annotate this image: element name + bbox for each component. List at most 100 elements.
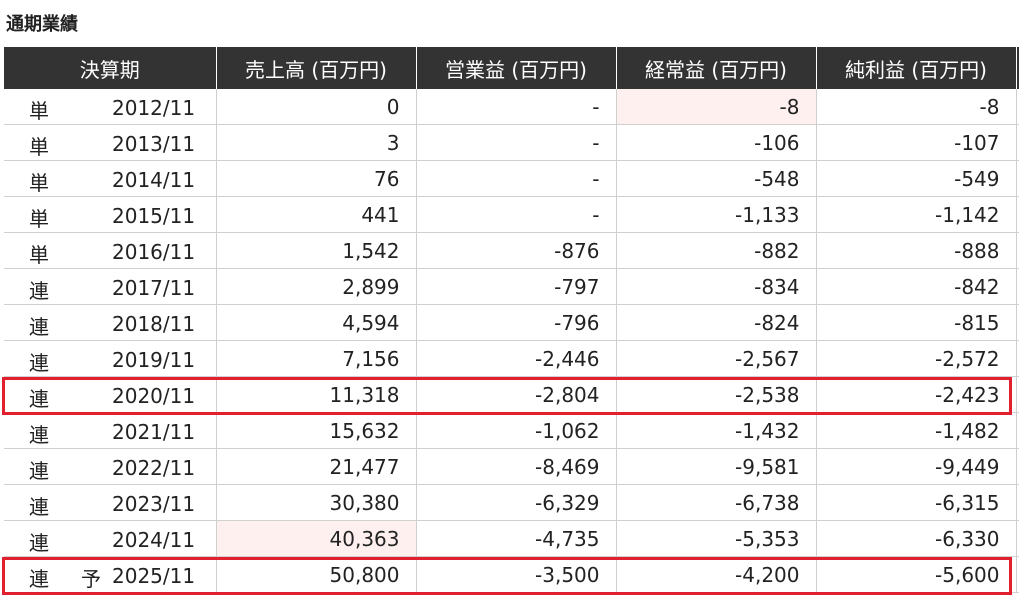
table-row: 連 2017/11 2,899 -797 -834 -842 [4,268,1019,305]
results-table-wrapper: 決算期 売上高 (百万円) 営業益 (百万円) 経常益 (百万円) 純利益 (百… [4,47,1019,593]
table-row: 単 2014/11 76- -548 -549 [4,160,1019,197]
cell-ordinary-profit: -6,738 [616,484,817,521]
report-type-label: 連 [29,351,49,375]
table-row: 連 2023/11 30,380 -6,329 -6,738 -6,315 [4,484,1019,521]
cell-ordinary-profit: -9,581 [616,448,817,485]
cell-period: 連 2021/11 [4,412,217,449]
cell-net-profit: -5,600 [816,556,1017,593]
cell-period: 連 2017/11 [4,268,217,305]
cell-period: 連 2024/11 [4,520,217,557]
cell-operating-profit: -2,804 [416,376,617,413]
report-type-label: 連 [29,423,49,447]
cell-ordinary-profit: -882 [616,232,817,269]
cell-net-profit: -6,330 [816,520,1017,557]
cell-net-profit: -1,142 [816,196,1017,233]
cell-period: 単 2014/11 [4,160,217,197]
table-row: 連 2022/11 21,477 -8,469 -9,581 -9,449 [4,448,1019,485]
cell-ordinary-profit: -834 [616,268,817,305]
cell-sales: 4,594 [216,304,417,341]
cell-net-profit: -549 [816,160,1017,197]
table-row: 連 予 2025/11 50,800 -3,500 -4,200 -5,600 [4,556,1019,593]
cell-sales: 30,380 [216,484,417,521]
cell-operating-profit: - [416,196,617,233]
cell-operating-profit: -6,329 [416,484,617,521]
report-type-label: 連 [29,387,49,411]
fiscal-period-label: 2013/11 [112,132,196,156]
report-type-label: 連 [29,279,49,303]
cell-period: 連 2020/11 [4,376,217,413]
cell-sales: 441 [216,196,417,233]
cell-operating-profit: - [416,160,617,197]
cell-period: 単 2016/11 [4,232,217,269]
table-row: 単 2016/11 1,542 -876 -882 -888 [4,232,1019,269]
table-row: 連 2019/11 7,156 -2,446 -2,567 -2,572 [4,340,1019,377]
cell-ordinary-profit: -8 [616,89,817,125]
report-type-label: 連 [29,495,49,519]
cell-net-profit: -9,449 [816,448,1017,485]
fiscal-period-label: 2015/11 [112,204,196,228]
cell-sales: 0 [216,89,417,125]
cell-operating-profit: - [416,124,617,161]
header-operating-profit: 営業益 (百万円) [416,47,617,89]
cell-ordinary-profit: -2,538 [616,376,817,413]
table-row: 単 2012/11 0- -8 -8 [4,89,1019,125]
fiscal-period-label: 2023/11 [112,492,196,516]
cell-ordinary-profit: -548 [616,160,817,197]
cell-net-profit: -888 [816,232,1017,269]
cell-operating-profit: -876 [416,232,617,269]
fiscal-period-label: 2014/11 [112,168,196,192]
fiscal-period-label: 2017/11 [112,276,196,300]
cell-ordinary-profit: -1,133 [616,196,817,233]
cell-sales: 3 [216,124,417,161]
cell-net-profit: -842 [816,268,1017,305]
report-type-label: 連 [29,315,49,339]
cell-ordinary-profit: -2,567 [616,340,817,377]
cell-net-profit: -8 [816,89,1017,125]
fiscal-period-label: 2019/11 [112,348,196,372]
cell-ordinary-profit: -5,353 [616,520,817,557]
cell-operating-profit: -2,446 [416,340,617,377]
cell-ordinary-profit: -824 [616,304,817,341]
cell-operating-profit: -8,469 [416,448,617,485]
cell-sales: 50,800 [216,556,417,593]
cell-sales: 11,318 [216,376,417,413]
cell-sales: 2,899 [216,268,417,305]
fiscal-period-label: 2025/11 [112,564,196,588]
report-type-label: 連 [29,567,49,591]
cell-sales: 7,156 [216,340,417,377]
fiscal-period-label: 2018/11 [112,312,196,336]
cell-sales: 15,632 [216,412,417,449]
cell-period: 連 2018/11 [4,304,217,341]
cell-net-profit: -107 [816,124,1017,161]
cell-period: 連 2023/11 [4,484,217,521]
report-type-label: 連 [29,531,49,555]
cell-net-profit: -6,315 [816,484,1017,521]
cell-net-profit: -1,482 [816,412,1017,449]
fiscal-period-label: 2012/11 [112,96,196,120]
report-type-label: 単 [29,207,49,231]
fiscal-period-label: 2021/11 [112,420,196,444]
cell-sales: 21,477 [216,448,417,485]
cell-ordinary-profit: -106 [616,124,817,161]
header-net-profit: 純利益 (百万円) [816,47,1017,89]
cell-net-profit: -2,423 [816,376,1017,413]
cell-period: 単 2015/11 [4,196,217,233]
cell-period: 連 2019/11 [4,340,217,377]
report-type-label: 単 [29,171,49,195]
fiscal-period-label: 2024/11 [112,528,196,552]
cell-period: 単 2013/11 [4,124,217,161]
cell-operating-profit: -796 [416,304,617,341]
cell-ordinary-profit: -4,200 [616,556,817,593]
cell-operating-profit: -1,062 [416,412,617,449]
report-type-label: 単 [29,99,49,123]
forecast-label: 予 [81,567,101,591]
cell-operating-profit: -4,735 [416,520,617,557]
cell-operating-profit: - [416,89,617,125]
annual-results-table: 決算期 売上高 (百万円) 営業益 (百万円) 経常益 (百万円) 純利益 (百… [4,47,1019,593]
cell-net-profit: -2,572 [816,340,1017,377]
cell-period: 連 2022/11 [4,448,217,485]
cell-operating-profit: -3,500 [416,556,617,593]
fiscal-period-label: 2016/11 [112,240,196,264]
fiscal-period-label: 2020/11 [112,384,196,408]
table-row: 連 2024/11 40,363 -4,735 -5,353 -6,330 [4,520,1019,557]
